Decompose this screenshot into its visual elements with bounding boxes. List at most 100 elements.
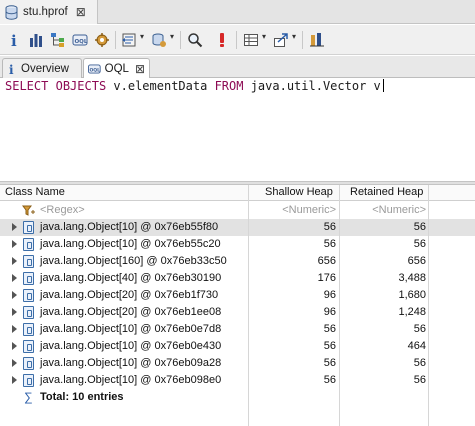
sum-icon: ∑ [24, 390, 33, 404]
toolbar-separator [115, 31, 116, 49]
expand-arrow-icon[interactable] [12, 359, 17, 367]
filter-row: <Regex> <Numeric> <Numeric> [0, 202, 475, 219]
retained-heap-cell: 56 [413, 238, 426, 250]
table-row[interactable]: java.lang.Object[10] @ 0x76eb0e7d8 56 56 [0, 321, 475, 338]
table-row[interactable]: java.lang.Object[20] @ 0x76eb1ee08 96 1,… [0, 304, 475, 321]
expand-arrow-icon[interactable] [12, 223, 17, 231]
query-expression: v.elementData [113, 79, 208, 93]
svg-text:i: i [11, 32, 17, 48]
result-tab-strip: i Overview OQL OQL ⊠ [0, 56, 475, 79]
expand-arrow-icon[interactable] [12, 257, 17, 265]
retained-heap-cell: 1,680 [398, 289, 426, 301]
table-row[interactable]: java.lang.Object[160] @ 0x76eb33c50 656 … [0, 253, 475, 270]
table-row[interactable]: java.lang.Object[10] @ 0x76eb55c20 56 56 [0, 236, 475, 253]
query-keyword: OBJECTS [55, 79, 107, 93]
dominator-tree-icon[interactable] [48, 30, 68, 50]
column-divider[interactable] [428, 185, 429, 426]
filter-icon [22, 205, 35, 216]
expand-arrow-icon[interactable] [12, 308, 17, 316]
editor-tab-stu-hprof[interactable]: stu.hprof ⊠ [0, 0, 98, 24]
table-row[interactable]: java.lang.Object[40] @ 0x76eb30190 176 3… [0, 270, 475, 287]
compare-icon[interactable] [307, 30, 327, 50]
class-name-cell: java.lang.Object[160] @ 0x76eb33c50 [40, 255, 227, 267]
table-row[interactable]: java.lang.Object[10] @ 0x76eb0e430 56 46… [0, 338, 475, 355]
object-array-icon [23, 340, 34, 353]
expand-arrow-icon[interactable] [12, 274, 17, 282]
class-name-cell: java.lang.Object[20] @ 0x76eb1f730 [40, 289, 219, 301]
expand-arrow-icon[interactable] [12, 291, 17, 299]
chevron-down-icon[interactable]: ▾ [262, 32, 266, 41]
object-array-icon [23, 306, 34, 319]
column-header-class-name[interactable]: Class Name [5, 186, 65, 198]
tab-label: OQL [104, 63, 129, 75]
column-header-retained-heap[interactable]: Retained Heap [350, 186, 423, 198]
object-array-icon [23, 374, 34, 387]
svg-text:i: i [9, 63, 14, 75]
column-divider[interactable] [339, 185, 340, 426]
expand-arrow-icon[interactable] [12, 376, 17, 384]
class-name-cell: java.lang.Object[10] @ 0x76eb0e430 [40, 340, 222, 352]
info-icon: i [9, 63, 14, 75]
chevron-down-icon[interactable]: ▾ [170, 32, 174, 41]
export-icon[interactable] [271, 30, 291, 50]
chevron-down-icon[interactable]: ▾ [292, 32, 296, 41]
expand-arrow-icon[interactable] [12, 240, 17, 248]
editor-tab-label: stu.hprof [23, 6, 68, 18]
oql-icon: OQL [88, 64, 101, 74]
object-array-icon [23, 272, 34, 285]
svg-text:OQL: OQL [75, 39, 88, 45]
shallow-heap-cell: 56 [323, 374, 336, 386]
class-name-filter-input[interactable]: <Regex> [40, 204, 85, 216]
info-icon[interactable]: i [4, 30, 24, 50]
exclamation-icon[interactable] [212, 30, 232, 50]
toolbar-separator [302, 31, 303, 49]
retained-heap-cell: 56 [413, 221, 426, 233]
shallow-heap-cell: 56 [323, 238, 336, 250]
expand-arrow-icon[interactable] [12, 325, 17, 333]
shallow-heap-cell: 56 [323, 323, 336, 335]
heap-dump-icon[interactable] [149, 30, 169, 50]
tab-overview[interactable]: i Overview [2, 58, 82, 78]
oql-icon[interactable]: OQL [70, 30, 90, 50]
histogram-icon[interactable] [26, 30, 46, 50]
table-row[interactable]: java.lang.Object[20] @ 0x76eb1f730 96 1,… [0, 287, 475, 304]
column-divider[interactable] [248, 185, 249, 426]
retained-heap-filter-input[interactable]: <Numeric> [340, 204, 426, 216]
object-array-icon [23, 357, 34, 370]
retained-heap-cell: 56 [413, 323, 426, 335]
total-entries-label: Total: 10 entries [40, 391, 124, 403]
oql-query-editor[interactable]: SELECT OBJECTS v.elementData FROM java.u… [0, 78, 475, 182]
table-row[interactable]: java.lang.Object[10] @ 0x76eb55f80 56 56 [0, 219, 475, 236]
shallow-heap-cell: 56 [323, 340, 336, 352]
results-table: Class Name Shallow Heap Retained Heap <R… [0, 185, 475, 426]
shallow-heap-cell: 96 [323, 306, 336, 318]
expand-arrow-icon[interactable] [12, 342, 17, 350]
tab-oql[interactable]: OQL OQL ⊠ [83, 58, 150, 79]
column-header-shallow-heap[interactable]: Shallow Heap [265, 186, 333, 198]
class-name-cell: java.lang.Object[10] @ 0x76eb55f80 [40, 221, 219, 233]
shallow-heap-cell: 176 [317, 272, 336, 284]
query-text: SELECT OBJECTS v.elementData FROM java.u… [5, 78, 384, 94]
shallow-heap-cell: 96 [323, 289, 336, 301]
retained-heap-cell: 656 [407, 255, 426, 267]
database-icon [5, 4, 18, 20]
shallow-heap-filter-input[interactable]: <Numeric> [250, 204, 336, 216]
table-row[interactable]: java.lang.Object[10] @ 0x76eb09a28 56 56 [0, 355, 475, 372]
close-icon[interactable]: ⊠ [135, 63, 145, 75]
overview-icon[interactable] [119, 30, 139, 50]
retained-heap-cell: 3,488 [398, 272, 426, 284]
chevron-down-icon[interactable]: ▾ [140, 32, 144, 41]
shallow-heap-cell: 56 [323, 221, 336, 233]
table-header: Class Name Shallow Heap Retained Heap [0, 185, 475, 201]
search-icon[interactable] [185, 30, 205, 50]
text-caret [382, 79, 384, 92]
gear-icon[interactable] [92, 30, 112, 50]
toolbar-separator [180, 31, 181, 49]
object-array-icon [23, 323, 34, 336]
table-icon[interactable] [241, 30, 261, 50]
table-row[interactable]: java.lang.Object[10] @ 0x76eb098e0 56 56 [0, 372, 475, 389]
svg-text:OQL: OQL [89, 67, 100, 73]
close-icon[interactable]: ⊠ [76, 6, 86, 18]
retained-heap-cell: 1,248 [398, 306, 426, 318]
toolbar-separator [236, 31, 237, 49]
